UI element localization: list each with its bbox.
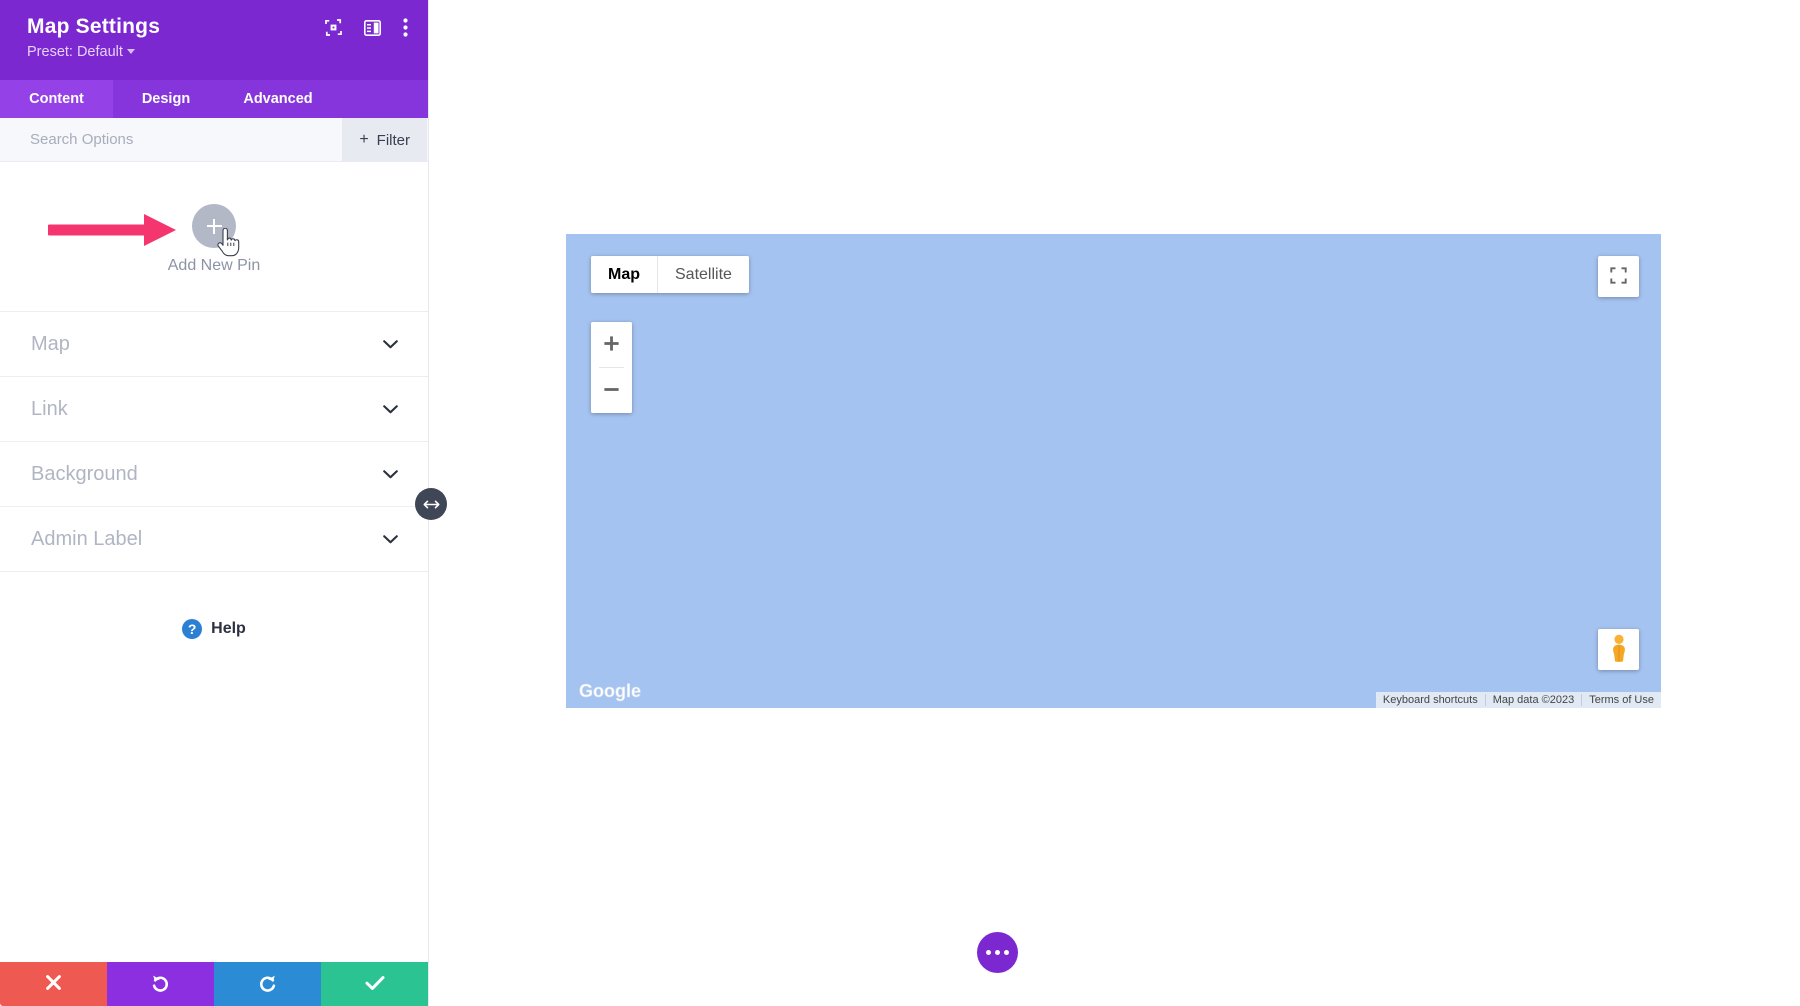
chevron-down-icon [383, 534, 398, 544]
more-vertical-icon[interactable] [403, 18, 408, 37]
section-link-label: Link [31, 397, 68, 420]
map-type-satellite-button[interactable]: Satellite [658, 256, 749, 293]
tab-design[interactable]: Design [113, 80, 219, 118]
add-new-pin-button[interactable] [192, 204, 236, 248]
check-icon [365, 975, 385, 994]
map-data-copyright: Map data ©2023 [1484, 694, 1582, 706]
google-logo-text: Google [579, 681, 641, 701]
settings-body: Add New Pin Map Link Background Admin La… [0, 162, 428, 962]
question-mark-icon: ? [182, 619, 203, 639]
section-map-label: Map [31, 332, 70, 355]
dot-icon [1004, 950, 1009, 955]
zoom-out-button[interactable] [591, 368, 632, 413]
preset-label: Preset: Default [27, 44, 123, 60]
undo-icon [151, 973, 170, 995]
section-link[interactable]: Link [0, 377, 428, 442]
search-row: + Filter [0, 118, 428, 162]
help-label: Help [211, 620, 246, 637]
fullscreen-expand-icon [1610, 266, 1627, 287]
preset-selector[interactable]: Preset: Default [27, 44, 135, 60]
search-input[interactable] [30, 131, 330, 148]
focus-target-icon[interactable] [325, 19, 342, 36]
section-background[interactable]: Background [0, 442, 428, 507]
cancel-button[interactable] [0, 962, 107, 1006]
filter-button[interactable]: + Filter [342, 118, 427, 162]
map-attribution: Keyboard shortcuts Map data ©2023 Terms … [1375, 692, 1661, 708]
street-view-pegman-button[interactable] [1598, 629, 1639, 670]
save-button[interactable] [321, 962, 428, 1006]
dot-icon [986, 950, 991, 955]
tab-content[interactable]: Content [0, 80, 113, 118]
pegman-icon [1608, 634, 1630, 665]
keyboard-shortcuts-link[interactable]: Keyboard shortcuts [1376, 694, 1485, 706]
resize-horizontal-icon [423, 500, 439, 508]
redo-icon [258, 973, 277, 995]
dot-icon [995, 950, 1000, 955]
plus-icon: + [359, 131, 369, 148]
chevron-down-icon [383, 469, 398, 479]
chevron-down-icon [383, 339, 398, 349]
redo-button[interactable] [214, 962, 321, 1006]
plus-icon [603, 335, 620, 355]
section-admin-label[interactable]: Admin Label [0, 507, 428, 572]
section-admin-label-label: Admin Label [31, 527, 143, 550]
header-icon-group [325, 18, 408, 37]
filter-button-label: Filter [376, 131, 410, 149]
fullscreen-button[interactable] [1598, 256, 1639, 297]
panel-header: Map Settings Preset: Default [0, 0, 428, 80]
map-type-control: Map Satellite [591, 256, 749, 293]
map-zoom-control [591, 322, 632, 413]
add-new-pin-block: Add New Pin [0, 162, 428, 312]
google-map-module[interactable]: Map Satellite Google Keyboard shortcuts … [566, 234, 1661, 708]
builder-canvas: Map Satellite Google Keyboard shortcuts … [429, 0, 1800, 1006]
terms-of-use-link[interactable]: Terms of Use [1581, 694, 1661, 706]
more-options-fab[interactable] [977, 932, 1018, 973]
tab-advanced[interactable]: Advanced [219, 80, 337, 118]
section-map[interactable]: Map [0, 312, 428, 377]
undo-button[interactable] [107, 962, 214, 1006]
layout-panel-icon[interactable] [364, 19, 381, 36]
map-type-map-button[interactable]: Map [591, 256, 657, 293]
panel-resize-handle[interactable] [415, 488, 447, 520]
action-bar [0, 962, 428, 1006]
minus-icon [603, 381, 620, 401]
section-background-label: Background [31, 462, 138, 485]
zoom-in-button[interactable] [591, 322, 632, 367]
chevron-down-icon [126, 49, 135, 54]
close-icon [45, 974, 62, 994]
map-settings-panel: Map Settings Preset: Default Content Des… [0, 0, 429, 1006]
settings-tab-bar: Content Design Advanced [0, 80, 428, 118]
add-new-pin-label: Add New Pin [167, 257, 261, 274]
help-button[interactable]: ? Help [0, 572, 428, 639]
google-logo[interactable]: Google [577, 679, 643, 703]
chevron-down-icon [383, 404, 398, 414]
